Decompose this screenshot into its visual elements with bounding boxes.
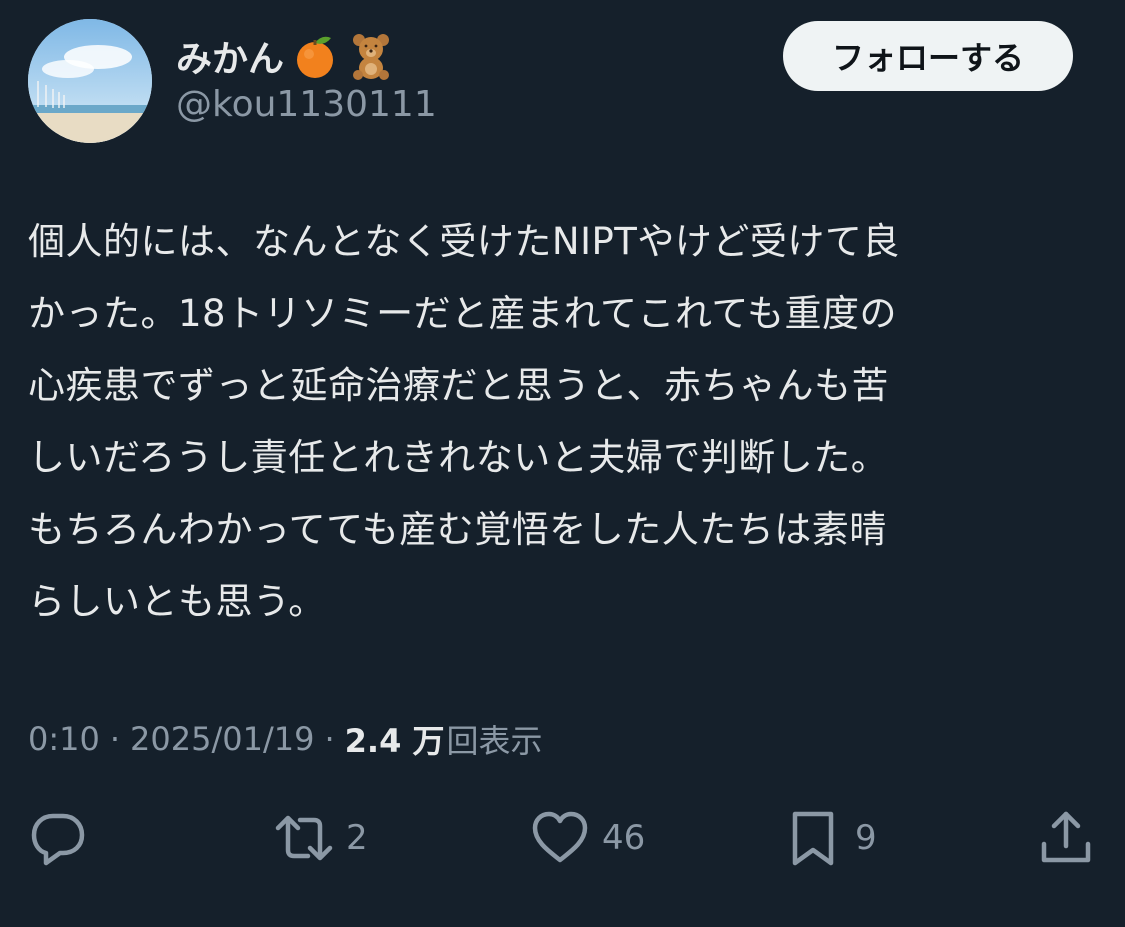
post-card: みかん @kou1130111 フォローする 個人的には、なんとなく受けたNIP… bbox=[0, 0, 1125, 927]
follow-button[interactable]: フォローする bbox=[783, 21, 1073, 91]
post-text-line: もちろんわかってても産む覚悟をした人たちは素晴 bbox=[28, 508, 887, 551]
views-count[interactable]: 2.4 万 bbox=[345, 716, 445, 762]
avatar[interactable] bbox=[28, 19, 152, 143]
repost-button[interactable]: 2 bbox=[274, 808, 368, 868]
post-text: 個人的には、なんとなく受けたNIPTやけど受けて良 かった。18トリソミーだと産… bbox=[28, 206, 1098, 638]
bookmark-button[interactable]: 9 bbox=[783, 808, 877, 868]
meta-separator: · bbox=[324, 720, 335, 758]
meta-separator: · bbox=[109, 720, 121, 758]
post-date[interactable]: 2025/01/19 bbox=[130, 720, 314, 758]
name-row[interactable]: みかん bbox=[176, 28, 396, 84]
like-count: 46 bbox=[602, 818, 646, 858]
bookmark-count: 9 bbox=[855, 818, 877, 858]
bookmark-icon bbox=[792, 811, 834, 866]
share-button[interactable] bbox=[1036, 808, 1096, 868]
avatar-beach-image bbox=[28, 19, 152, 143]
action-bar: 2 46 9 bbox=[0, 800, 1125, 876]
teddy-bear-emoji-icon bbox=[346, 31, 396, 81]
heart-icon bbox=[532, 811, 588, 863]
reply-button[interactable] bbox=[28, 808, 100, 868]
post-text-line: 心疾患でずっと延命治療だと思うと、赤ちゃんも苦 bbox=[28, 364, 890, 407]
user-handle[interactable]: @kou1130111 bbox=[176, 84, 437, 125]
share-icon bbox=[1041, 811, 1091, 863]
views-label[interactable]: 回表示 bbox=[446, 716, 542, 762]
display-name[interactable]: みかん bbox=[176, 30, 284, 82]
post-time[interactable]: 0:10 bbox=[28, 720, 100, 758]
post-text-line: しいだろうし責任とれきれないと夫婦で判断した。 bbox=[28, 436, 889, 479]
post-text-line: 個人的には、なんとなく受けたNIPTやけど受けて良 bbox=[28, 220, 900, 263]
reply-icon bbox=[31, 813, 85, 866]
post-text-line: かった。18トリソミーだと産まれてこれても重度の bbox=[28, 292, 898, 335]
post-meta: 0:10 · 2025/01/19 · 2.4 万 回表示 bbox=[28, 715, 543, 763]
like-button[interactable]: 46 bbox=[530, 808, 645, 868]
repost-count: 2 bbox=[346, 818, 368, 858]
post-text-line: らしいとも思う。 bbox=[28, 580, 326, 623]
repost-icon bbox=[275, 815, 333, 861]
tangerine-emoji-icon bbox=[290, 31, 340, 81]
